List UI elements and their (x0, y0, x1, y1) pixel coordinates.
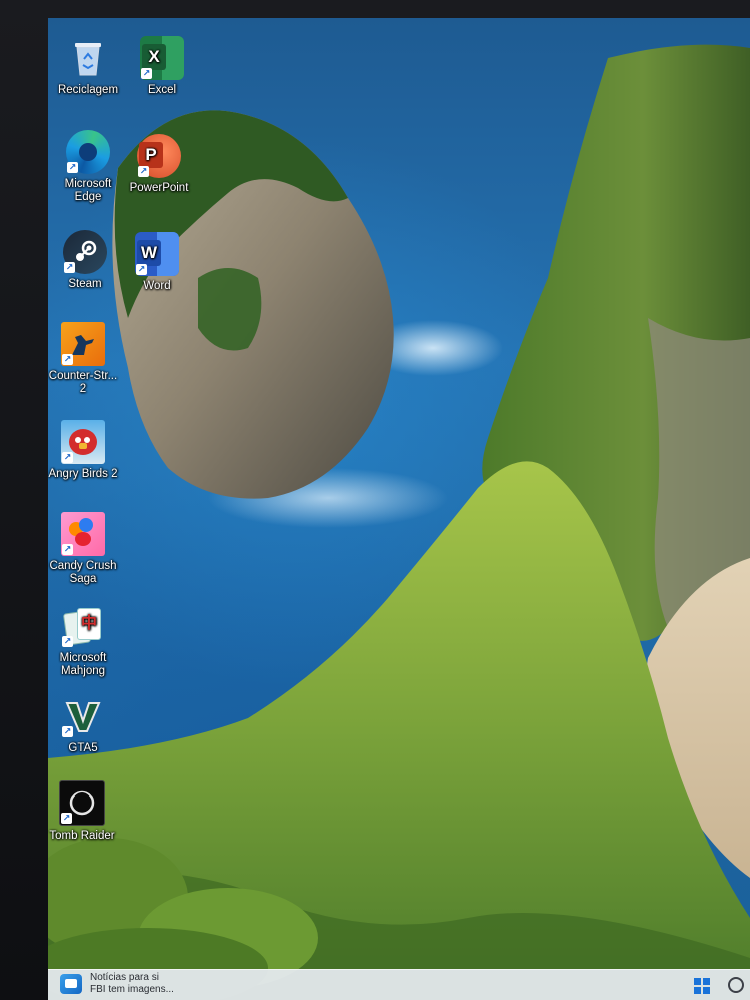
desktop-icon-word[interactable]: W ↗ Word (120, 232, 194, 293)
desktop-screen: Reciclagem X ↗ Excel ↗ Microsoft Edge P … (48, 18, 750, 1000)
desktop-icon-steam[interactable]: ↗ Steam (48, 230, 122, 291)
powerpoint-icon: P ↗ (137, 134, 181, 178)
desktop-icon-label: Candy Crush Saga (49, 560, 117, 585)
desktop-icon-label: Microsoft Edge (64, 178, 112, 203)
edge-icon: ↗ (66, 130, 110, 174)
desktop-icon-tomb-raider[interactable]: ↗ Tomb Raider (48, 780, 119, 843)
taskbar: Notícias para si FBI tem imagens... (48, 969, 750, 1000)
desktop-icon-label: Word (143, 280, 171, 292)
tomb-raider-icon: ↗ (59, 780, 105, 826)
steam-icon: ↗ (63, 230, 107, 274)
desktop-icon-mahjong[interactable]: 中 ↗ Microsoft Mahjong (48, 604, 120, 678)
desktop-icon-label: Reciclagem (57, 84, 119, 96)
news-widget[interactable]: Notícias para si FBI tem imagens... (60, 972, 174, 996)
news-headline-1: Notícias para si (90, 972, 159, 983)
desktop-icon-label: Microsoft Mahjong (59, 652, 107, 677)
desktop-icon-label: Angry Birds 2 (48, 468, 118, 480)
excel-icon: X ↗ (140, 36, 184, 80)
word-icon: W ↗ (135, 232, 179, 276)
desktop-icon-excel[interactable]: X ↗ Excel (125, 36, 199, 97)
news-headline-2: FBI tem imagens... (90, 984, 174, 995)
gta5-icon: ↗ (61, 694, 105, 738)
desktop-icon-label: Excel (147, 84, 177, 96)
desktop-icon-recycle-bin[interactable]: Reciclagem (51, 36, 125, 97)
angry-birds-icon: ↗ (61, 420, 105, 464)
desktop-icon-label: Counter-Str... 2 (48, 370, 118, 395)
recycle-bin-icon (66, 36, 110, 80)
desktop-icon-label: PowerPoint (129, 182, 189, 194)
desktop-icon-gta5[interactable]: ↗ GTA5 (48, 694, 120, 755)
desktop-icon-angry-birds[interactable]: ↗ Angry Birds 2 (48, 420, 120, 481)
candy-crush-icon: ↗ (61, 512, 105, 556)
counter-strike-icon: ↗ (61, 322, 105, 366)
windows-start-icon[interactable] (694, 978, 710, 994)
mahjong-icon: 中 ↗ (61, 604, 105, 648)
desktop-icon-edge[interactable]: ↗ Microsoft Edge (51, 130, 125, 204)
desktop-icon-counter-strike[interactable]: ↗ Counter-Str... 2 (48, 322, 120, 396)
desktop-icon-candy-crush[interactable]: ↗ Candy Crush Saga (48, 512, 120, 586)
desktop-icon-label: Steam (68, 278, 102, 290)
news-icon (60, 974, 82, 994)
desktop-icon-powerpoint[interactable]: P ↗ PowerPoint (122, 134, 196, 195)
search-icon[interactable] (728, 977, 744, 993)
desktop-icon-label: GTA5 (68, 742, 98, 754)
desktop-icon-label: Tomb Raider (49, 830, 115, 842)
